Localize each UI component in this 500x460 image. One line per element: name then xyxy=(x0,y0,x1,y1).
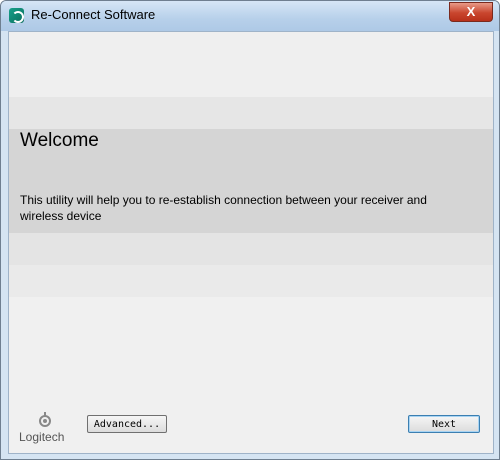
background-band xyxy=(9,233,493,265)
logitech-logo-icon xyxy=(39,412,51,427)
wizard-panel: Welcome This utility will help you to re… xyxy=(8,31,494,454)
close-button[interactable]: X xyxy=(449,2,493,22)
next-button[interactable]: Next xyxy=(408,415,480,433)
logitech-logo: Logitech xyxy=(19,412,79,448)
page-title: Welcome xyxy=(20,130,99,151)
background-band xyxy=(9,32,493,97)
app-icon[interactable] xyxy=(9,8,24,23)
title-bar[interactable]: Re-Connect Software X xyxy=(1,1,499,31)
background-band xyxy=(9,265,493,297)
logo-text: Logitech xyxy=(19,430,65,444)
advanced-button[interactable]: Advanced... xyxy=(87,415,167,433)
background-band xyxy=(9,97,493,129)
description-text: This utility will help you to re-establi… xyxy=(20,193,427,223)
window-title: Re-Connect Software xyxy=(31,7,156,22)
app-window: Re-Connect Software X Welcome This utili… xyxy=(0,0,500,460)
